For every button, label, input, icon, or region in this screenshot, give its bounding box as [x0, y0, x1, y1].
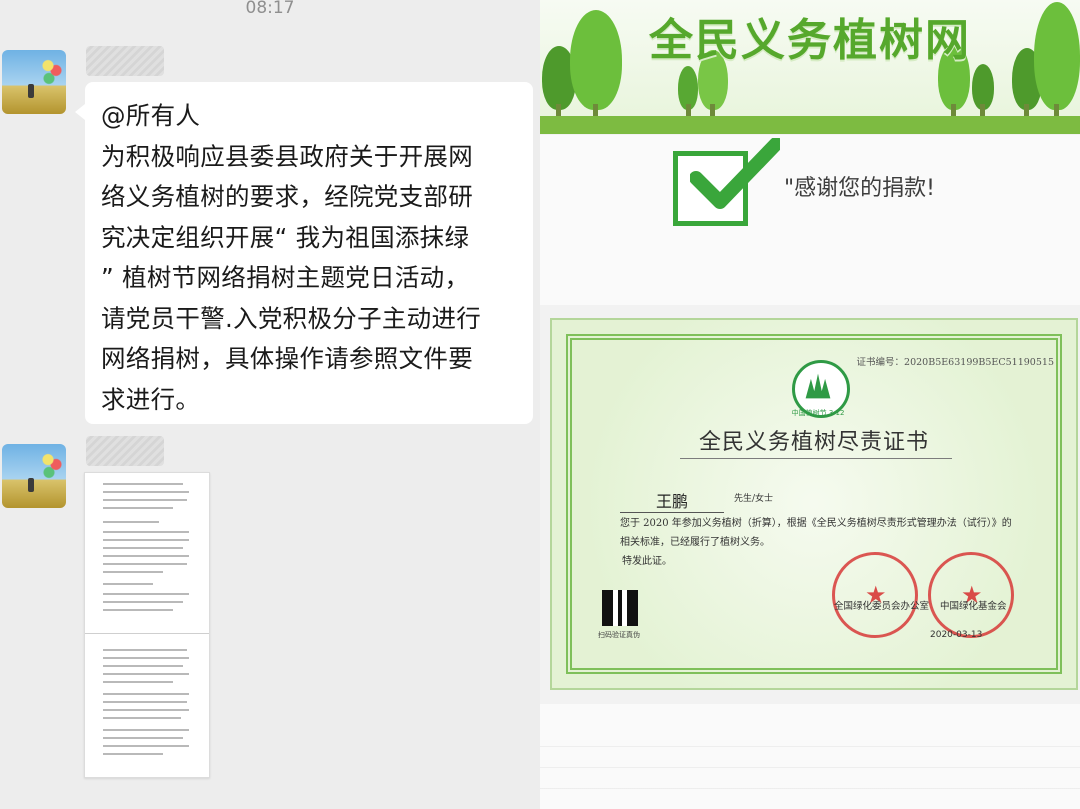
sender-avatar[interactable]	[2, 50, 66, 114]
page-separator	[85, 633, 209, 634]
chat-timestamp: 08:17	[245, 0, 295, 18]
document-attachment[interactable]	[84, 472, 210, 778]
recipient-name: 王鹏	[620, 488, 724, 513]
sender-name-blurred-2	[86, 436, 164, 466]
website-panel: 全民义务植树网 "感谢您的捐款! 证书编号：2020B5E63199B5EC51…	[540, 0, 1080, 809]
chat-panel: 08:17 @所有人 为积极响应县委县政府关于开展网 络义务植树的要求，经院党支…	[0, 0, 540, 809]
issuer-left: 全国绿化委员会办公室	[834, 601, 930, 612]
certificate-title: 全民义务植树尽责证书	[698, 430, 929, 455]
footer-pattern	[540, 740, 1080, 809]
certificate-number: 证书编号：2020B5E63199B5EC51190515	[856, 357, 1054, 368]
person-icon	[28, 84, 34, 98]
issuer-right: 中国绿化基金会	[940, 601, 1007, 612]
check-icon	[690, 138, 780, 209]
certificate-closing: 特发此证。	[622, 556, 672, 567]
qr-code-icon[interactable]	[602, 590, 638, 626]
red-seal-icon: ★	[928, 552, 1014, 638]
thanks-text: "感谢您的捐款!	[784, 176, 935, 201]
issue-date: 2020-03-13	[930, 630, 983, 640]
certificate-body: 您于 2020 年参加义务植树（折算），根据《全民义务植树尽责形式管理办法（试行…	[620, 518, 1012, 548]
red-seal-icon: ★	[832, 552, 918, 638]
salutation: 先生/女士	[734, 494, 774, 504]
person-icon	[28, 478, 34, 492]
thanks-section	[540, 135, 1080, 305]
sender-name-blurred	[86, 46, 164, 76]
certificate[interactable]: 证书编号：2020B5E63199B5EC51190515 中国植树节 3·12…	[550, 318, 1078, 690]
balloons-icon	[42, 450, 62, 482]
grass-strip	[540, 116, 1080, 134]
sender-avatar-2[interactable]	[2, 444, 66, 508]
qr-label: 扫码验证真伪	[598, 631, 640, 639]
logo-caption: 中国植树节 3·12	[791, 409, 845, 417]
balloons-icon	[42, 56, 62, 88]
site-title: 全民义务植树网	[649, 15, 971, 66]
message-bubble[interactable]: @所有人 为积极响应县委县政府关于开展网 络义务植树的要求，经院党支部研 究决定…	[75, 82, 533, 424]
message-text: @所有人 为积极响应县委县政府关于开展网 络义务植树的要求，经院党支部研 究决定…	[101, 101, 482, 414]
title-ornament	[680, 458, 952, 459]
site-banner: 全民义务植树网	[540, 0, 1080, 134]
